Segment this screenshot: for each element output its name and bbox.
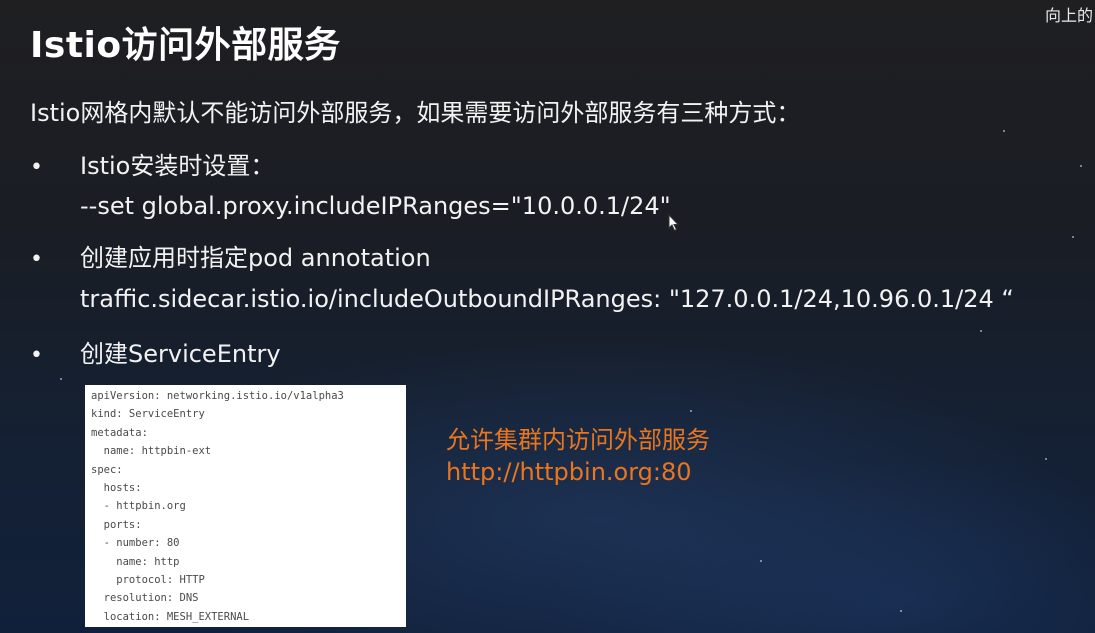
bullet-item-pod-annotation: 创建应用时指定pod annotation [30, 238, 431, 273]
bullet-icon [30, 247, 80, 272]
code-line: name: httpbin-ext [91, 445, 212, 458]
bullet-item-service-entry: 创建ServiceEntry [30, 334, 281, 369]
code-line: spec: [91, 463, 123, 476]
code-line: protocol: HTTP [91, 574, 205, 587]
bullet-item-install-setting: Istio安装时设置： [30, 146, 274, 181]
background-star [1072, 236, 1074, 238]
code-line: apiVersion: networking.istio.io/v1alpha3 [91, 390, 344, 402]
background-star [1080, 165, 1082, 167]
mouse-pointer-icon-svg [668, 213, 680, 232]
code-line: ports: [91, 518, 142, 531]
background-star [1003, 130, 1005, 132]
background-star [60, 378, 62, 380]
code-line: - number: 80 [91, 537, 180, 550]
annotation-url: http://httpbin.org:80 [446, 458, 692, 486]
code-line: - httpbin.org [91, 500, 186, 513]
slide-title: Istio访问外部服务 [30, 25, 341, 66]
background-star [760, 560, 762, 562]
code-line: metadata: [91, 426, 148, 439]
bullet-detail-annotation: traffic.sidecar.istio.io/includeOutbound… [80, 285, 1014, 313]
corner-caption: 向上的 [1044, 6, 1093, 25]
bullet-detail-install-command: --set global.proxy.includeIPRanges="10.0… [80, 192, 671, 220]
bullet-label: 创建应用时指定pod annotation [80, 244, 431, 272]
code-line: kind: ServiceEntry [91, 408, 205, 421]
background-star [1045, 458, 1047, 460]
background-star [980, 330, 982, 332]
service-entry-yaml-block: apiVersion: networking.istio.io/v1alpha3… [85, 385, 406, 627]
code-line: location: MESH_EXTERNAL [91, 610, 250, 623]
background-star [690, 410, 692, 412]
annotation-description: 允许集群内访问外部服务 [446, 426, 710, 454]
intro-text: Istio网格内默认不能访问外部服务，如果需要访问外部服务有三种方式： [30, 99, 801, 127]
service-entry-annotation: 允许集群内访问外部服务 http://httpbin.org:80 [446, 424, 710, 488]
code-line: resolution: DNS [91, 592, 199, 605]
code-line: name: http [91, 555, 180, 568]
bullet-icon [30, 155, 80, 180]
bullet-label: 创建ServiceEntry [80, 340, 281, 368]
bullet-label: Istio安装时设置： [80, 152, 275, 180]
code-line: hosts: [91, 482, 142, 495]
bullet-icon [30, 343, 80, 368]
background-star [900, 610, 902, 612]
